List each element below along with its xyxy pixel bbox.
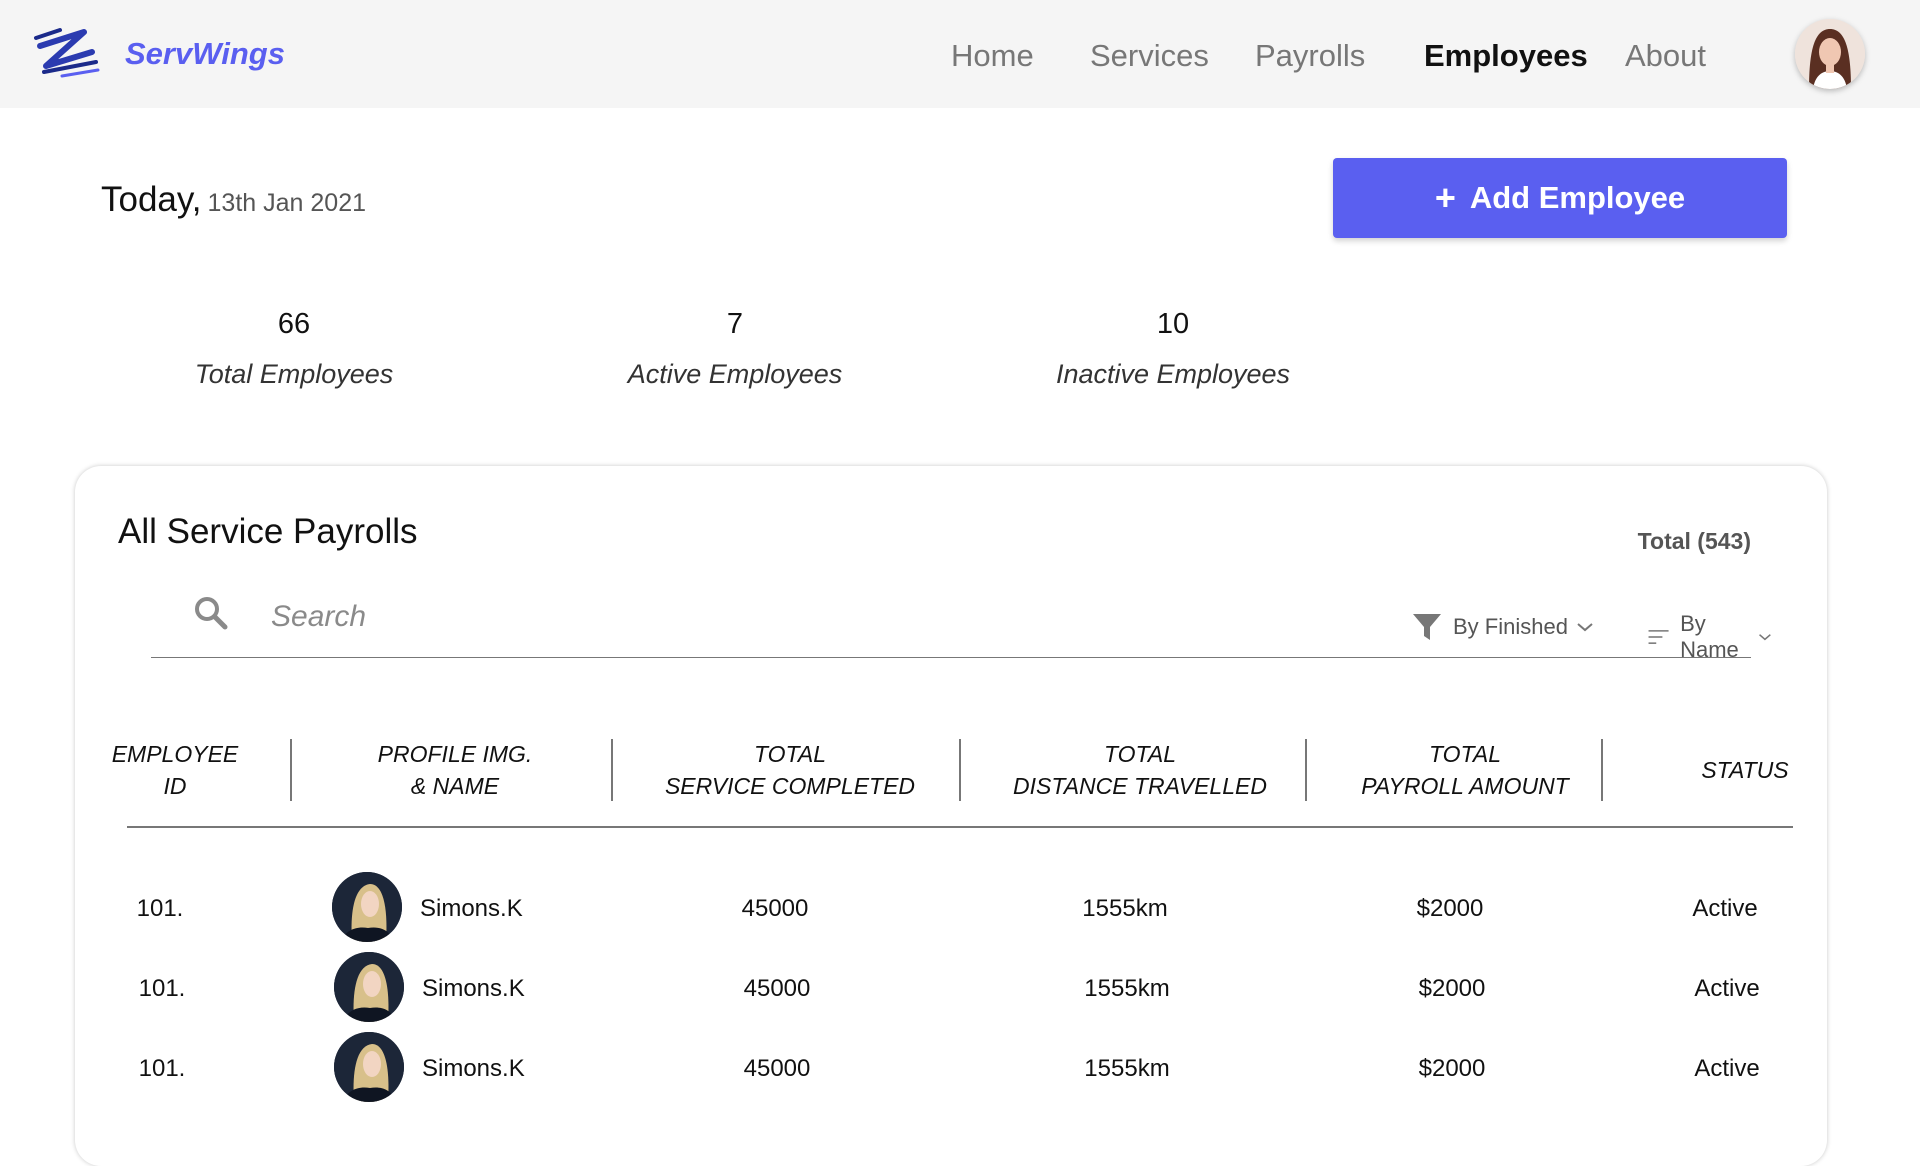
services-completed: 45000 [743,975,811,1002]
col-status[interactable]: STATUS [1635,754,1855,786]
col-header-line2: PAYROLL AMOUNT [1361,773,1569,799]
servwings-logo-icon[interactable] [32,26,102,85]
table-row[interactable]: 101. Simons.K 45000 1555km $2000 Active [75,872,1827,952]
col-header-line2: ID [163,773,187,799]
column-divider [1305,739,1307,801]
card-title: All Service Payrolls [118,512,418,551]
services-completed: 45000 [741,895,809,922]
status-badge: Active [1694,1055,1760,1082]
col-header-line1: TOTAL [754,741,826,767]
col-header-line2: & NAME [410,773,500,799]
table-row[interactable]: 101. Simons.K 45000 1555km $2000 Active [75,1032,1827,1112]
stat-inactive-employees: 10 Inactive Employees [1013,308,1333,390]
col-header-line1: TOTAL [1429,741,1501,767]
stat-total-employees: 66 Total Employees [134,308,454,390]
col-distance-travelled[interactable]: TOTAL DISTANCE TRAVELLED [980,738,1300,802]
distance-travelled: 1555km [1082,895,1168,922]
col-employee-id[interactable]: EMPLOYEE ID [110,738,240,802]
today-label: Today, [101,180,202,219]
col-header-line2: DISTANCE TRAVELLED [1013,773,1267,799]
stat-value: 7 [726,308,744,340]
col-header-line1: EMPLOYEE [111,741,239,767]
search-icon[interactable] [193,595,229,636]
stat-value: 66 [277,308,311,340]
nav-employees[interactable]: Employees [1424,38,1588,74]
employee-name: Simons.K [422,1055,525,1082]
stat-value: 10 [1156,308,1190,340]
sort-dropdown[interactable]: By Name [1647,611,1782,663]
stat-label: Inactive Employees [1055,359,1291,389]
chevron-down-icon [1758,634,1771,641]
col-header-line2: SERVICE COMPLETED [664,773,916,799]
user-avatar[interactable] [1795,19,1865,89]
nav-payrolls[interactable]: Payrolls [1255,38,1365,74]
employee-avatar[interactable] [334,1032,404,1102]
column-divider [1601,739,1603,801]
services-completed: 45000 [743,1055,811,1082]
stat-label: Total Employees [194,359,394,389]
status-badge: Active [1692,895,1758,922]
stat-active-employees: 7 Active Employees [575,308,895,390]
add-employee-button[interactable]: + Add Employee [1333,158,1787,238]
total-count: Total (543) [1637,528,1751,554]
col-header-line1: PROFILE IMG. [377,741,533,767]
col-payroll-amount[interactable]: TOTAL PAYROLL AMOUNT [1325,738,1605,802]
sort-label: By Name [1680,611,1739,662]
filter-dropdown[interactable]: By Finished [1411,611,1604,643]
col-header-line1: STATUS [1701,757,1789,783]
employee-name: Simons.K [422,975,525,1002]
employee-id: 101. [138,1055,186,1082]
distance-travelled: 1555km [1084,975,1170,1002]
stat-label: Active Employees [627,359,843,389]
current-date: 13th Jan 2021 [207,189,367,217]
add-employee-label: Add Employee [1469,180,1686,215]
column-divider [290,739,292,801]
payroll-amount: $2000 [1418,975,1486,1002]
employee-name: Simons.K [420,895,523,922]
sort-lines-icon [1648,630,1669,644]
employee-id: 101. [136,895,184,922]
today-date: Today, 13th Jan 2021 [101,180,366,220]
payroll-amount: $2000 [1418,1055,1486,1082]
nav-home[interactable]: Home [951,38,1034,74]
employee-id: 101. [138,975,186,1002]
column-divider [959,739,961,801]
filter-label: By Finished [1453,614,1568,639]
search-input[interactable] [269,593,1153,641]
search-bar: By Finished By Name [151,585,1771,662]
payroll-amount: $2000 [1416,895,1484,922]
top-navbar: ServWings Home Services Payrolls Employe… [0,0,1920,108]
payrolls-card: All Service Payrolls Total (543) By Fini… [75,466,1827,1166]
col-header-line1: TOTAL [1104,741,1176,767]
employee-avatar[interactable] [334,952,404,1022]
table-row[interactable]: 101. Simons.K 45000 1555km $2000 Active [75,952,1827,1032]
col-profile-name[interactable]: PROFILE IMG. & NAME [320,738,590,802]
funnel-icon [1413,614,1441,640]
nav-about[interactable]: About [1625,38,1706,74]
column-divider [611,739,613,801]
status-badge: Active [1694,975,1760,1002]
distance-travelled: 1555km [1084,1055,1170,1082]
table-header-divider [127,826,1793,828]
chevron-down-icon [1577,623,1593,632]
col-service-completed[interactable]: TOTAL SERVICE COMPLETED [640,738,940,802]
employee-avatar[interactable] [332,872,402,942]
nav-services[interactable]: Services [1090,38,1209,74]
brand-name[interactable]: ServWings [125,36,285,72]
plus-icon: + [1434,177,1456,218]
